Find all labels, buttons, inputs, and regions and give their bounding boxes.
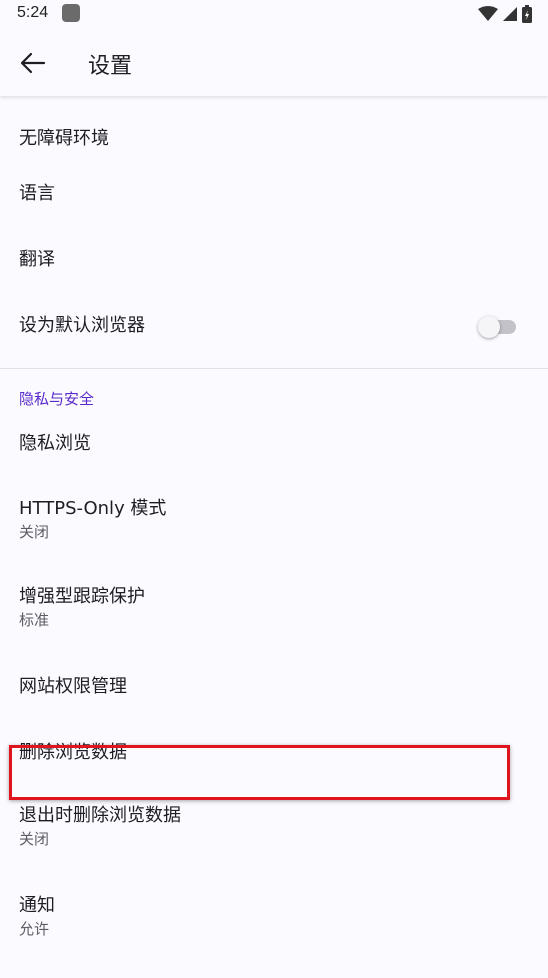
setting-title: 语言 <box>19 183 55 204</box>
setting-title: 设为默认浏览器 <box>19 315 145 336</box>
toggle-thumb <box>478 316 500 338</box>
setting-tracking-protection[interactable]: 增强型跟踪保护 标准 <box>0 585 548 675</box>
setting-private-browsing[interactable]: 隐私浏览 <box>0 432 548 497</box>
settings-list: 无障碍环境 语言 翻译 设为默认浏览器 隐私与安全 隐私浏览 HTTPS-Onl… <box>0 96 548 954</box>
setting-title: 增强型跟踪保护 <box>19 586 145 607</box>
back-button[interactable] <box>12 42 54 84</box>
wifi-icon <box>478 6 498 21</box>
setting-https-only[interactable]: HTTPS-Only 模式 关闭 <box>0 497 548 585</box>
toolbar: 设置 <box>0 30 548 96</box>
setting-subtitle: 标准 <box>19 611 50 629</box>
setting-title: 删除浏览数据 <box>19 742 127 763</box>
status-icons <box>478 4 532 24</box>
app-notification-icon <box>62 4 80 22</box>
cell-signal-icon <box>503 7 517 21</box>
setting-title: HTTPS-Only 模式 <box>19 498 167 519</box>
setting-subtitle: 关闭 <box>19 830 50 848</box>
setting-default-browser[interactable]: 设为默认浏览器 <box>0 314 548 368</box>
setting-delete-browsing-data[interactable]: 删除浏览数据 <box>0 741 548 804</box>
arrow-left-icon <box>20 52 46 74</box>
section-header-privacy: 隐私与安全 <box>19 390 95 408</box>
setting-title: 无障碍环境 <box>19 128 109 149</box>
status-time: 5:24 <box>17 4 49 21</box>
setting-notifications[interactable]: 通知 允许 <box>0 894 548 954</box>
setting-accessibility[interactable]: 无障碍环境 <box>0 96 548 182</box>
battery-icon <box>522 5 532 23</box>
setting-title: 网站权限管理 <box>19 676 127 697</box>
setting-language[interactable]: 语言 <box>0 182 548 248</box>
setting-title: 翻译 <box>19 249 55 270</box>
setting-translation[interactable]: 翻译 <box>0 248 548 314</box>
setting-delete-on-quit[interactable]: 退出时删除浏览数据 关闭 <box>0 804 548 894</box>
setting-title: 通知 <box>19 895 55 916</box>
setting-title: 退出时删除浏览数据 <box>19 805 181 826</box>
default-browser-toggle[interactable] <box>478 316 516 338</box>
setting-subtitle: 关闭 <box>19 523 50 541</box>
status-bar: 5:24 <box>0 0 548 30</box>
setting-subtitle: 允许 <box>19 920 50 938</box>
page-title: 设置 <box>88 54 133 79</box>
setting-site-permissions[interactable]: 网站权限管理 <box>0 675 548 741</box>
setting-title: 隐私浏览 <box>19 433 91 454</box>
